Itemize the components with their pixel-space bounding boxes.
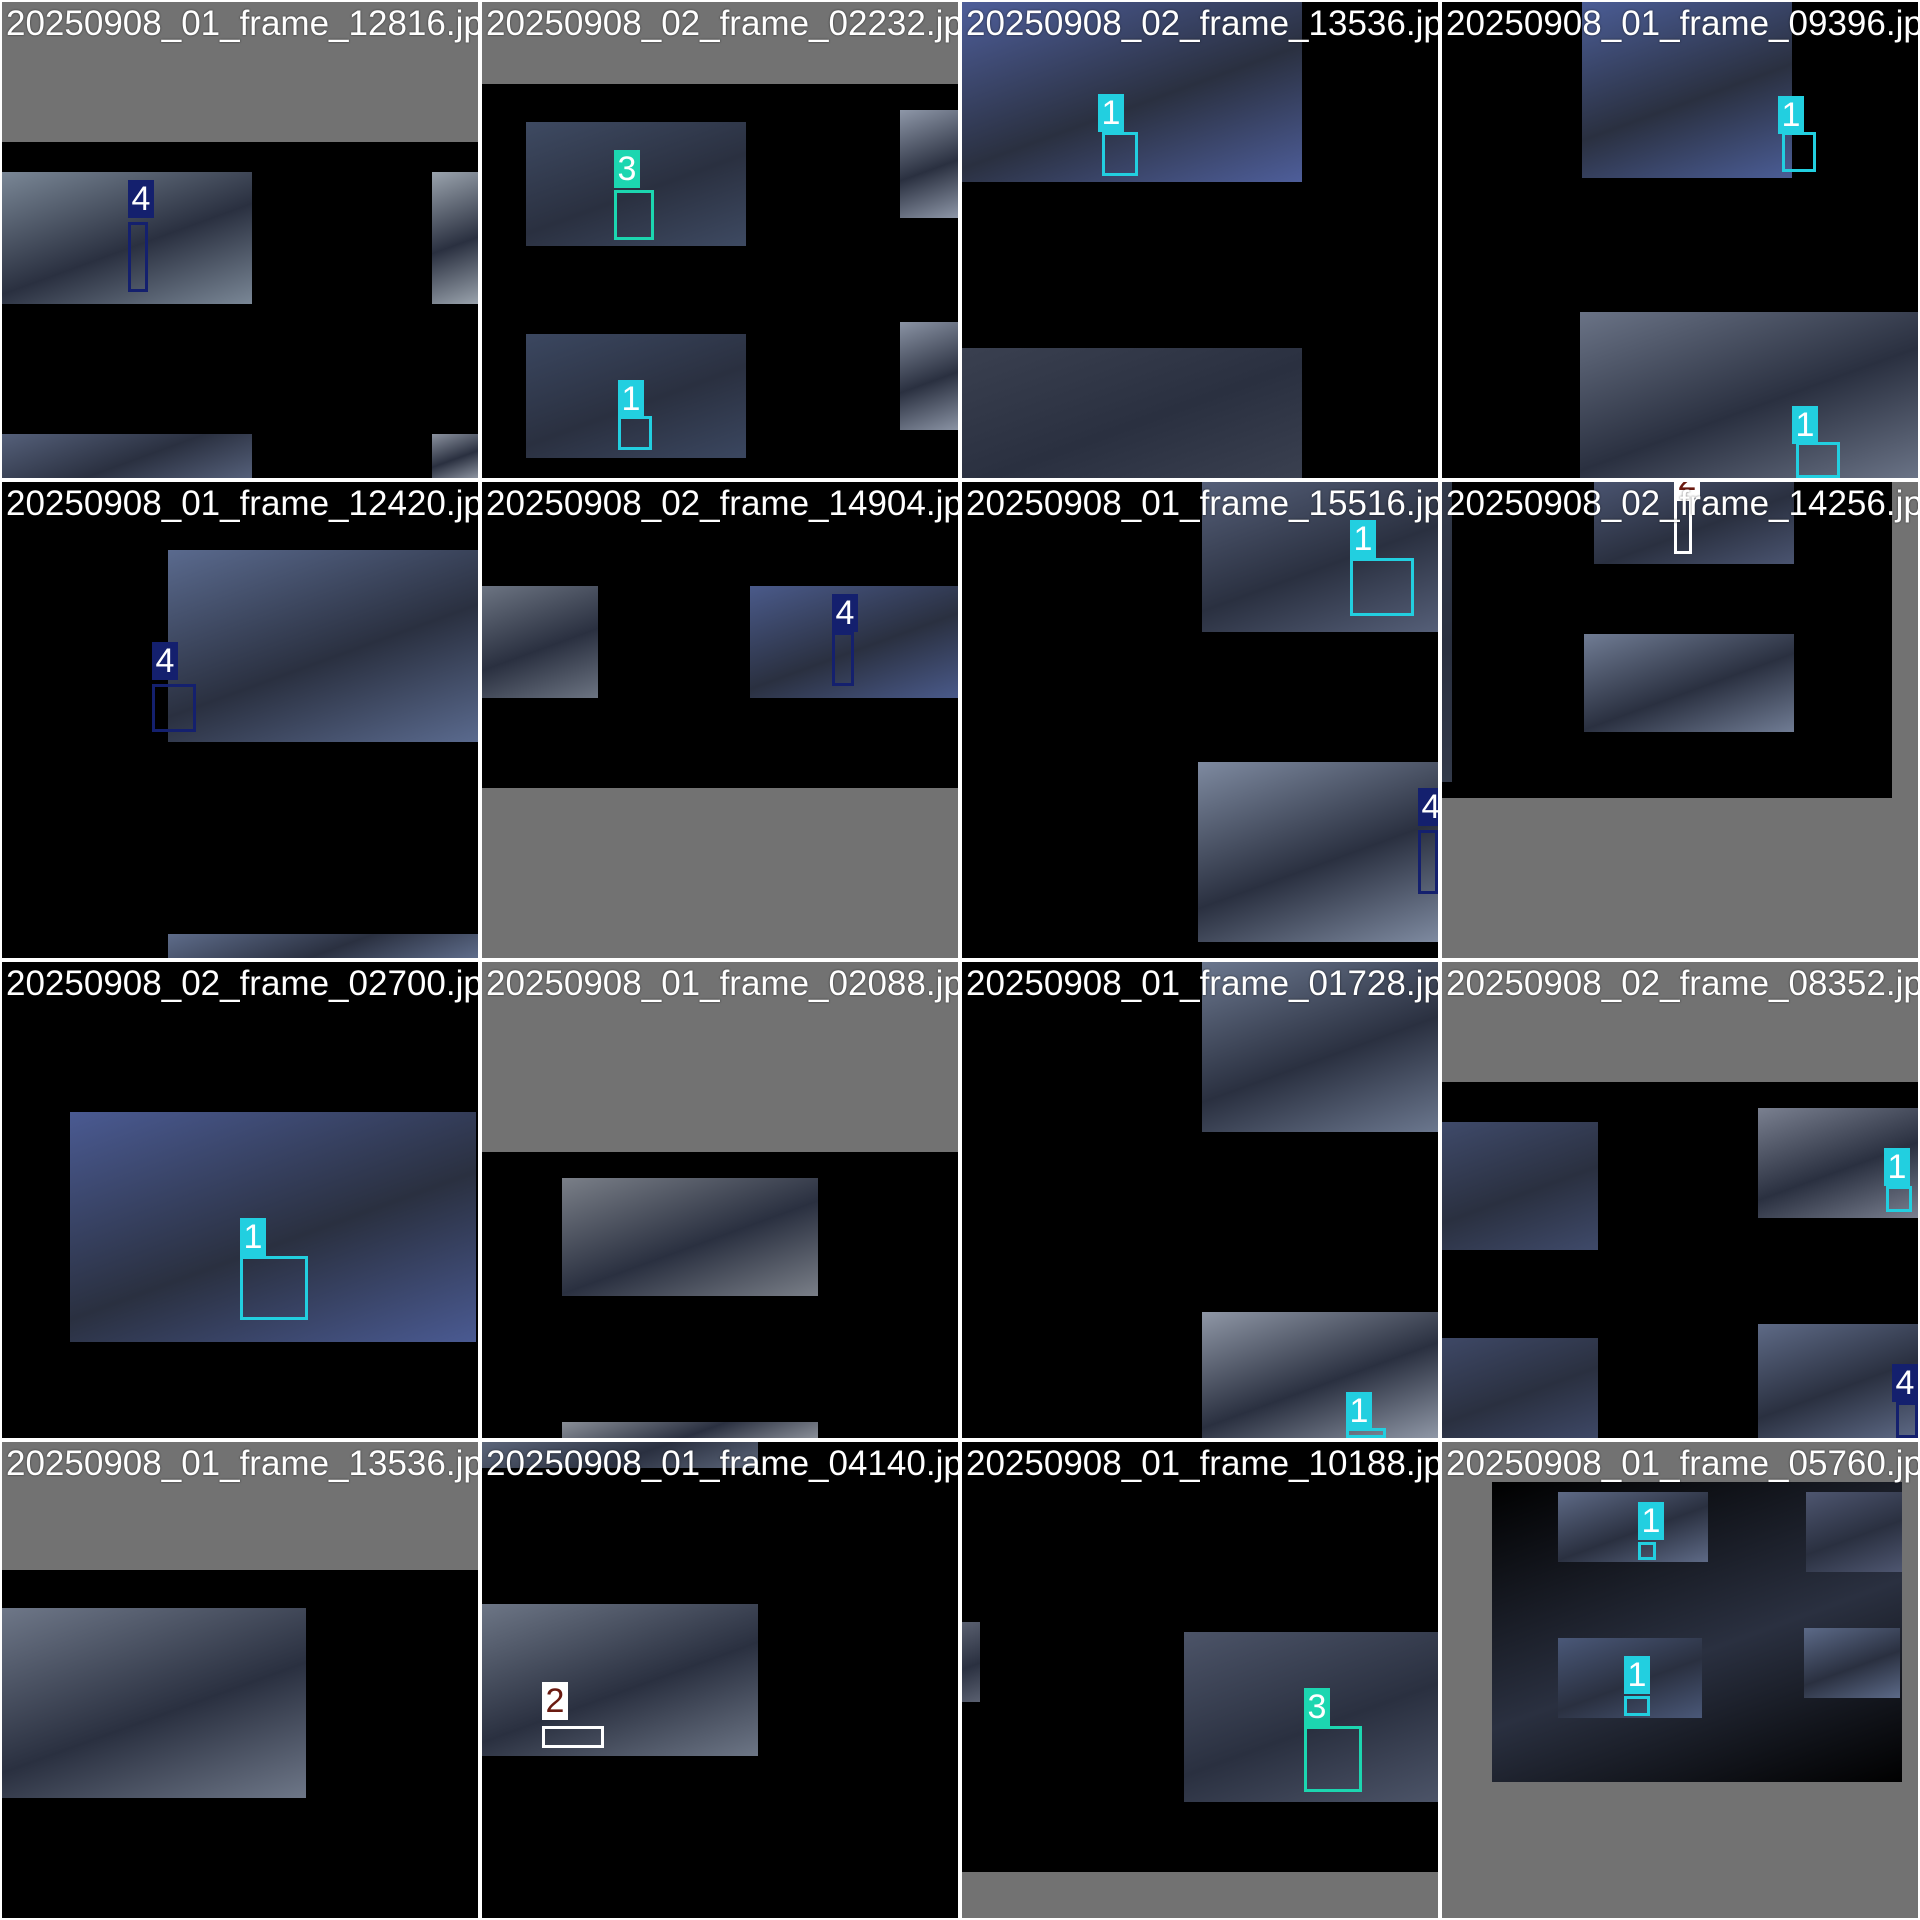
frame-crop-image bbox=[1582, 2, 1792, 178]
detection-class-label: 1 bbox=[1638, 1502, 1664, 1540]
frame-crop-image bbox=[1558, 1492, 1708, 1562]
mosaic-tile: 4 20250908_02_frame_14904.jpg bbox=[482, 482, 958, 958]
detection-class-label: 4 bbox=[152, 642, 178, 680]
frame-crop-image bbox=[1584, 634, 1794, 732]
detection-class-label: 4 bbox=[1892, 1364, 1918, 1402]
frame-crop-image bbox=[168, 934, 478, 958]
detection-class-label: 3 bbox=[614, 150, 640, 188]
detection-class-label: 3 bbox=[1304, 1688, 1330, 1726]
letterbox-padding bbox=[962, 1872, 1438, 1918]
detection-box bbox=[542, 1726, 604, 1748]
detection-class-label: 1 bbox=[1778, 96, 1804, 134]
letterbox-padding bbox=[2, 2, 478, 142]
detection-class-label: 1 bbox=[1624, 1656, 1650, 1694]
frame-crop-image bbox=[2, 1608, 306, 1798]
frame-crop-image bbox=[1202, 962, 1438, 1132]
detection-class-label: 1 bbox=[1792, 406, 1818, 444]
detection-box bbox=[1886, 1186, 1912, 1212]
detection-box bbox=[832, 632, 854, 686]
detection-box bbox=[1638, 1542, 1656, 1560]
detection-box bbox=[240, 1256, 308, 1320]
frame-crop-image bbox=[482, 1604, 758, 1756]
detection-box bbox=[1304, 1726, 1362, 1792]
mosaic-tile: 220250908_02_frame_14256.jpg bbox=[1442, 482, 1918, 958]
detection-box bbox=[152, 684, 196, 732]
frame-crop-image bbox=[168, 550, 478, 742]
detection-box bbox=[618, 416, 652, 450]
letterbox-padding bbox=[1442, 798, 1918, 958]
frame-crop-image bbox=[900, 322, 958, 430]
frame-crop-image bbox=[482, 1442, 758, 1468]
detection-class-label: 4 bbox=[832, 594, 858, 632]
letterbox-padding bbox=[1892, 482, 1918, 958]
tile-filename: 20250908_01_frame_12420.jpg bbox=[6, 484, 478, 523]
mosaic-tile: 1 4 20250908_02_frame_08352.jpg bbox=[1442, 962, 1918, 1438]
frame-crop-image bbox=[482, 586, 598, 698]
letterbox-padding bbox=[482, 962, 958, 1152]
detection-box bbox=[1102, 132, 1138, 176]
mosaic-tile: 3 1 20250908_02_frame_02232.jpg bbox=[482, 2, 958, 478]
frame-crop-image bbox=[1804, 1628, 1900, 1698]
mosaic-tile: 1 20250908_02_frame_13536.jpg bbox=[962, 2, 1438, 478]
detection-box bbox=[614, 190, 654, 240]
frame-crop-image bbox=[432, 172, 478, 304]
letterbox-padding bbox=[482, 788, 958, 958]
mosaic-tile: 20250908_01_frame_13536.jpg bbox=[2, 1442, 478, 1918]
detection-class-label: 1 bbox=[1350, 520, 1376, 558]
detection-class-label: 4 bbox=[128, 180, 154, 218]
training-batch-mosaic: 4 20250908_01_frame_12816.jpg 3 1 20250908_0… bbox=[0, 0, 1920, 1920]
mosaic-tile: 1 1 20250908_01_frame_05760.jpg bbox=[1442, 1442, 1918, 1918]
detection-class-label: 1 bbox=[1884, 1148, 1910, 1186]
tile-filename: 20250908_02_frame_14904.jpg bbox=[486, 484, 958, 523]
mosaic-tile: 4 20250908_01_frame_12816.jpg bbox=[2, 2, 478, 478]
detection-box bbox=[1896, 1402, 1918, 1438]
detection-box bbox=[1418, 830, 1438, 894]
detection-box bbox=[128, 222, 148, 292]
letterbox-padding bbox=[1442, 962, 1918, 1082]
detection-box bbox=[1674, 498, 1692, 554]
mosaic-tile: 1 1 20250908_01_frame_09396.jpg bbox=[1442, 2, 1918, 478]
frame-crop-image bbox=[962, 348, 1302, 478]
mosaic-tile: 4 20250908_01_frame_12420.jpg bbox=[2, 482, 478, 958]
frame-crop-image bbox=[562, 1422, 818, 1438]
frame-crop-image bbox=[900, 110, 958, 218]
detection-box bbox=[1782, 132, 1816, 172]
tile-filename: 20250908_01_frame_10188.jpg bbox=[966, 1444, 1438, 1483]
detection-class-label: 1 bbox=[618, 380, 644, 418]
detection-class-label: 1 bbox=[1346, 1392, 1372, 1430]
frame-crop-image bbox=[1202, 1312, 1438, 1438]
mosaic-tile: 1 20250908_01_frame_01728.jpg bbox=[962, 962, 1438, 1438]
mosaic-tile: 2 20250908_01_frame_04140.jpg bbox=[482, 1442, 958, 1918]
detection-class-label: 2 bbox=[542, 1682, 568, 1720]
mosaic-tile: 20250908_01_frame_02088.jpg bbox=[482, 962, 958, 1438]
frame-crop-image bbox=[1198, 762, 1438, 942]
frame-crop-image bbox=[432, 434, 478, 478]
letterbox-padding bbox=[2, 1442, 478, 1570]
frame-crop-image bbox=[562, 1178, 818, 1296]
letterbox-padding bbox=[482, 2, 958, 84]
frame-crop-image bbox=[962, 1622, 980, 1702]
frame-crop-image bbox=[1442, 1122, 1598, 1250]
frame-crop-image bbox=[1442, 1338, 1598, 1438]
frame-crop-image bbox=[2, 172, 252, 304]
detection-class-label: 4 bbox=[1418, 788, 1438, 826]
mosaic-tile: 1 4 20250908_01_frame_15516.jpg bbox=[962, 482, 1438, 958]
frame-crop-image bbox=[1580, 312, 1918, 478]
mosaic-tile: 3 20250908_01_frame_10188.jpg bbox=[962, 1442, 1438, 1918]
detection-box bbox=[1624, 1696, 1650, 1716]
frame-crop-image bbox=[1442, 482, 1452, 782]
detection-class-label: 2 bbox=[1674, 482, 1700, 498]
detection-class-label: 1 bbox=[240, 1218, 266, 1256]
detection-class-label: 1 bbox=[1098, 94, 1124, 132]
detection-box bbox=[1350, 558, 1414, 616]
frame-crop-image bbox=[2, 434, 252, 478]
frame-crop-image bbox=[1806, 1492, 1902, 1572]
tile-filename: 20250908_02_frame_02700.jpg bbox=[6, 964, 478, 1003]
mosaic-tile: 1 20250908_02_frame_02700.jpg bbox=[2, 962, 478, 1438]
detection-box bbox=[1796, 442, 1840, 478]
